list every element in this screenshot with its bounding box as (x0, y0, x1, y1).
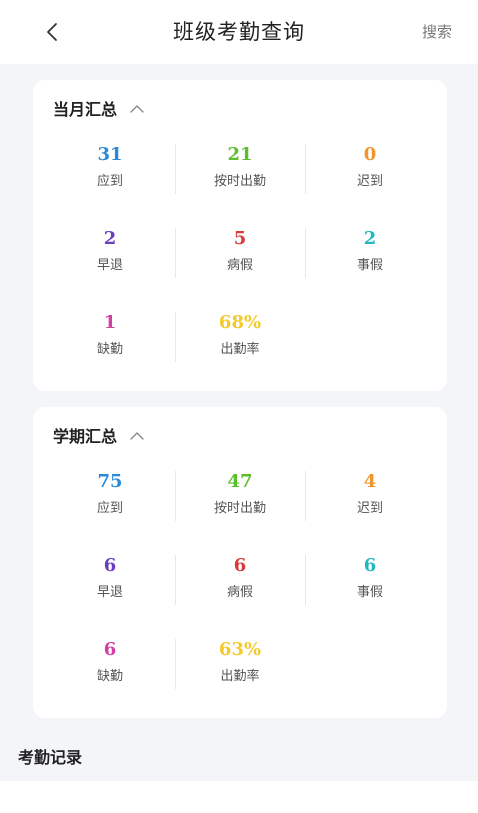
semester-summary-card: 学期汇总 75 应到 47 按时出勤 4 迟到 6 早退 6 病假 6 事假 6… (33, 407, 447, 718)
stat-early-leave: 6 早退 (45, 555, 175, 605)
stat-sick-leave: 6 病假 (175, 555, 305, 605)
stat-early-leave: 2 早退 (45, 228, 175, 278)
page-title: 班级考勤查询 (173, 20, 305, 44)
attendance-records-heading: 考勤记录 (18, 748, 83, 767)
stat-on-time: 21 按时出勤 (175, 144, 305, 194)
stat-label: 缺勤 (96, 342, 123, 357)
stat-late: 0 迟到 (305, 144, 435, 194)
stat-label: 事假 (356, 585, 383, 600)
stat-late: 4 迟到 (305, 471, 435, 521)
stat-value: 0 (363, 144, 377, 165)
stat-value: 47 (227, 471, 253, 492)
stat-value: 2 (103, 228, 117, 249)
stat-label: 出勤率 (220, 342, 260, 357)
stat-expected: 31 应到 (45, 144, 175, 194)
stat-value: 75 (97, 471, 123, 492)
stat-label: 应到 (96, 501, 123, 516)
stat-label: 事假 (356, 258, 383, 273)
stat-personal-leave: 6 事假 (305, 555, 435, 605)
semester-summary-header[interactable]: 学期汇总 (53, 421, 145, 449)
stat-expected: 75 应到 (45, 471, 175, 521)
stat-absent: 1 缺勤 (45, 312, 175, 362)
stat-label: 按时出勤 (213, 501, 266, 516)
monthly-stats-grid: 31 应到 21 按时出勤 0 迟到 2 早退 5 病假 2 事假 1 缺勤 6… (45, 144, 435, 396)
stat-value: 31 (97, 144, 123, 165)
main-content: 当月汇总 31 应到 21 按时出勤 0 迟到 2 早退 5 病假 2 事假 1… (0, 64, 478, 781)
stat-value: 63% (218, 639, 262, 660)
stat-attendance-rate: 68% 出勤率 (175, 312, 305, 362)
stat-value: 1 (103, 312, 117, 333)
stat-personal-leave: 2 事假 (305, 228, 435, 278)
stat-label: 缺勤 (96, 669, 123, 684)
semester-summary-title: 学期汇总 (53, 427, 118, 446)
stat-on-time: 47 按时出勤 (175, 471, 305, 521)
stat-label: 迟到 (356, 501, 383, 516)
stat-value: 6 (363, 555, 377, 576)
stat-label: 早退 (96, 258, 123, 273)
stat-value: 6 (233, 555, 247, 576)
search-button[interactable]: 搜索 (422, 0, 452, 64)
monthly-summary-title: 当月汇总 (53, 100, 118, 119)
stat-value: 4 (363, 471, 377, 492)
stat-value: 2 (363, 228, 377, 249)
stat-label: 应到 (96, 174, 123, 189)
stat-empty (305, 639, 435, 689)
stat-label: 病假 (226, 585, 253, 600)
stat-attendance-rate: 63% 出勤率 (175, 639, 305, 689)
stat-value: 5 (233, 228, 247, 249)
stat-absent: 6 缺勤 (45, 639, 175, 689)
stat-label: 迟到 (356, 174, 383, 189)
stat-label: 按时出勤 (213, 174, 266, 189)
stat-label: 早退 (96, 585, 123, 600)
stat-label: 出勤率 (220, 669, 260, 684)
stat-sick-leave: 5 病假 (175, 228, 305, 278)
stat-empty (305, 312, 435, 362)
stat-label: 病假 (226, 258, 253, 273)
stat-value: 6 (103, 639, 117, 660)
monthly-summary-card: 当月汇总 31 应到 21 按时出勤 0 迟到 2 早退 5 病假 2 事假 1… (33, 80, 447, 391)
stat-value: 6 (103, 555, 117, 576)
chevron-up-icon[interactable] (129, 429, 145, 441)
stat-value: 21 (227, 144, 253, 165)
stat-value: 68% (218, 312, 262, 333)
chevron-up-icon[interactable] (129, 102, 145, 114)
semester-stats-grid: 75 应到 47 按时出勤 4 迟到 6 早退 6 病假 6 事假 6 缺勤 6… (45, 471, 435, 723)
top-nav-bar: 班级考勤查询 搜索 (0, 0, 478, 64)
monthly-summary-header[interactable]: 当月汇总 (53, 94, 145, 122)
